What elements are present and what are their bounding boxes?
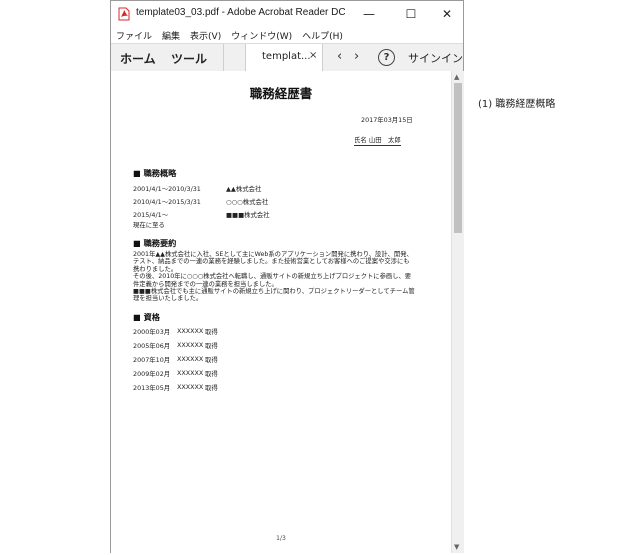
pdf-file-icon: [118, 7, 130, 21]
page-number: 1/3: [276, 535, 286, 542]
license-date: 2009年02月: [133, 370, 171, 378]
license-name: XXXXXX: [177, 369, 204, 377]
help-icon[interactable]: ?: [378, 49, 395, 66]
license-name: XXXXXX: [177, 341, 204, 349]
document-date: 2017年03月15日: [361, 116, 413, 124]
home-tab[interactable]: ホーム: [120, 50, 156, 67]
figure-caption: (1) 職務経歴概略: [478, 99, 556, 110]
career-period: 2015/4/1～: [133, 211, 169, 219]
license-status: 取得: [205, 342, 218, 350]
menu-bar: ファイル 編集 表示(V) ウィンドウ(W) ヘルプ(H): [111, 27, 463, 43]
document-title: 職務経歴書: [249, 86, 313, 101]
chevron-left-icon[interactable]: ‹: [337, 49, 342, 64]
summary-paragraph: ■■■株式会社でも主に通販サイトの新規立ち上げに関わり、プロジェクトリーダーとし…: [133, 288, 415, 303]
summary-heading: ■ 職務要約: [133, 238, 177, 248]
license-date: 2000年03月: [133, 328, 171, 336]
toolbar-divider: [223, 44, 224, 72]
pdf-page: 職務経歴書 2017年03月15日 氏名 山田 太郎 ■ 職務概略 2001/4…: [111, 71, 451, 553]
scrollbar-thumb[interactable]: [454, 83, 462, 233]
document-tab[interactable]: templat... ×: [245, 44, 323, 73]
career-period: 2001/4/1～2010/3/31: [133, 185, 201, 193]
minimize-button[interactable]: —: [353, 1, 385, 27]
license-status: 取得: [205, 356, 218, 364]
license-name: XXXXXX: [177, 383, 204, 391]
maximize-button[interactable]: ☐: [395, 1, 427, 27]
menu-view[interactable]: 表示(V): [185, 29, 226, 42]
license-heading: ■ 資格: [133, 312, 160, 322]
summary-paragraph: その後、2010年に○○○株式会社へ転職し、通販サイトの新規立ち上げプロジェクト…: [133, 273, 412, 288]
toolbar: ホーム ツール templat... × ‹ › ? サインイン: [111, 43, 463, 73]
tools-tab[interactable]: ツール: [171, 50, 207, 67]
license-status: 取得: [205, 370, 218, 378]
menu-edit[interactable]: 編集: [157, 29, 185, 42]
license-date: 2007年10月: [133, 356, 171, 364]
career-heading: ■ 職務概略: [133, 168, 177, 178]
license-name: XXXXXX: [177, 327, 204, 335]
summary-paragraph: 2001年▲▲株式会社に入社、SEとして主にWeb系のアプリケーション開発に携わ…: [133, 251, 413, 273]
career-company: ○○○株式会社: [226, 198, 269, 206]
career-period: 2010/4/1～2015/3/31: [133, 198, 201, 206]
menu-file[interactable]: ファイル: [111, 29, 157, 42]
signin-button[interactable]: サインイン: [408, 50, 463, 66]
title-bar: template03_03.pdf - Adobe Acrobat Reader…: [111, 1, 463, 27]
career-period: 現在に至る: [133, 221, 165, 229]
chevron-right-icon[interactable]: ›: [354, 49, 359, 64]
license-date: 2005年06月: [133, 342, 171, 350]
license-status: 取得: [205, 328, 218, 336]
document-viewer[interactable]: 職務経歴書 2017年03月15日 氏名 山田 太郎 ■ 職務概略 2001/4…: [111, 71, 451, 553]
license-name: XXXXXX: [177, 355, 204, 363]
acrobat-window: template03_03.pdf - Adobe Acrobat Reader…: [110, 0, 464, 553]
close-window-button[interactable]: ✕: [431, 1, 463, 27]
career-company: ■■■株式会社: [226, 211, 270, 219]
applicant-name: 氏名 山田 太郎: [354, 136, 401, 146]
menu-window[interactable]: ウィンドウ(W): [226, 29, 297, 42]
menu-help[interactable]: ヘルプ(H): [297, 29, 348, 42]
vertical-scrollbar[interactable]: ▲ ▼: [451, 71, 464, 553]
window-title: template03_03.pdf - Adobe Acrobat Reader…: [136, 7, 346, 18]
license-status: 取得: [205, 384, 218, 392]
scroll-up-arrow-icon[interactable]: ▲: [454, 73, 459, 81]
career-company: ▲▲株式会社: [226, 185, 262, 193]
license-date: 2013年05月: [133, 384, 171, 392]
summary-text: 2001年▲▲株式会社に入社、SEとして主にWeb系のアプリケーション開発に携わ…: [133, 251, 415, 303]
close-tab-icon[interactable]: ×: [309, 50, 317, 61]
document-tab-label: templat...: [262, 51, 311, 62]
scroll-down-arrow-icon[interactable]: ▼: [454, 543, 459, 551]
